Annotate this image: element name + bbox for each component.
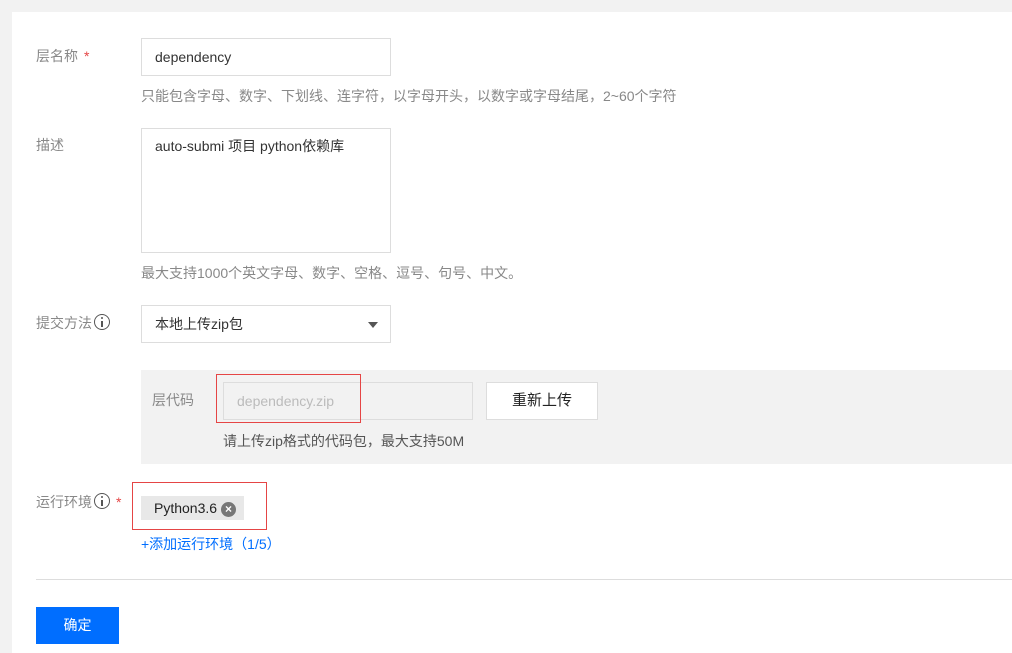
info-icon[interactable]: [94, 493, 110, 509]
required-mark: *: [116, 494, 122, 510]
layer-code-hint: 请上传zip格式的代码包，最大支持50M: [223, 433, 465, 449]
runtime-label-text: 运行环境: [36, 494, 92, 510]
info-icon[interactable]: [94, 314, 110, 330]
layer-name-label-text: 层名称: [36, 48, 78, 64]
highlight-box: [216, 374, 361, 423]
divider: [36, 579, 1012, 580]
submit-method-selected: 本地上传zip包: [155, 316, 243, 332]
required-mark: *: [84, 48, 90, 64]
layer-name-input[interactable]: dependency: [141, 38, 391, 76]
description-hint: 最大支持1000个英文字母、数字、空格、逗号、句号、中文。: [141, 265, 523, 281]
form-card: 层名称 * dependency 只能包含字母、数字、下划线、连字符，以字母开头，…: [12, 12, 1012, 653]
reupload-button[interactable]: 重新上传: [486, 382, 598, 420]
submit-method-select[interactable]: 本地上传zip包: [141, 305, 391, 343]
confirm-button[interactable]: 确定: [36, 607, 119, 644]
description-label: 描述: [36, 137, 64, 153]
layer-name-label: 层名称 *: [36, 46, 89, 66]
add-runtime-link[interactable]: +添加运行环境（1/5）: [141, 534, 281, 554]
layer-name-hint: 只能包含字母、数字、下划线、连字符，以字母开头，以数字或字母结尾，2~60个字符: [141, 88, 677, 104]
submit-method-label: 提交方法: [36, 313, 110, 333]
description-textarea[interactable]: auto-submi 项目 python依赖库: [141, 128, 391, 253]
layer-code-panel: 层代码 dependency.zip 重新上传 请上传zip格式的代码包，最大支…: [141, 370, 1012, 464]
layer-code-label: 层代码: [152, 392, 194, 408]
runtime-label: 运行环境 *: [36, 492, 121, 512]
submit-method-label-text: 提交方法: [36, 315, 92, 331]
chevron-down-icon: [368, 322, 378, 328]
highlight-box: [132, 482, 267, 530]
